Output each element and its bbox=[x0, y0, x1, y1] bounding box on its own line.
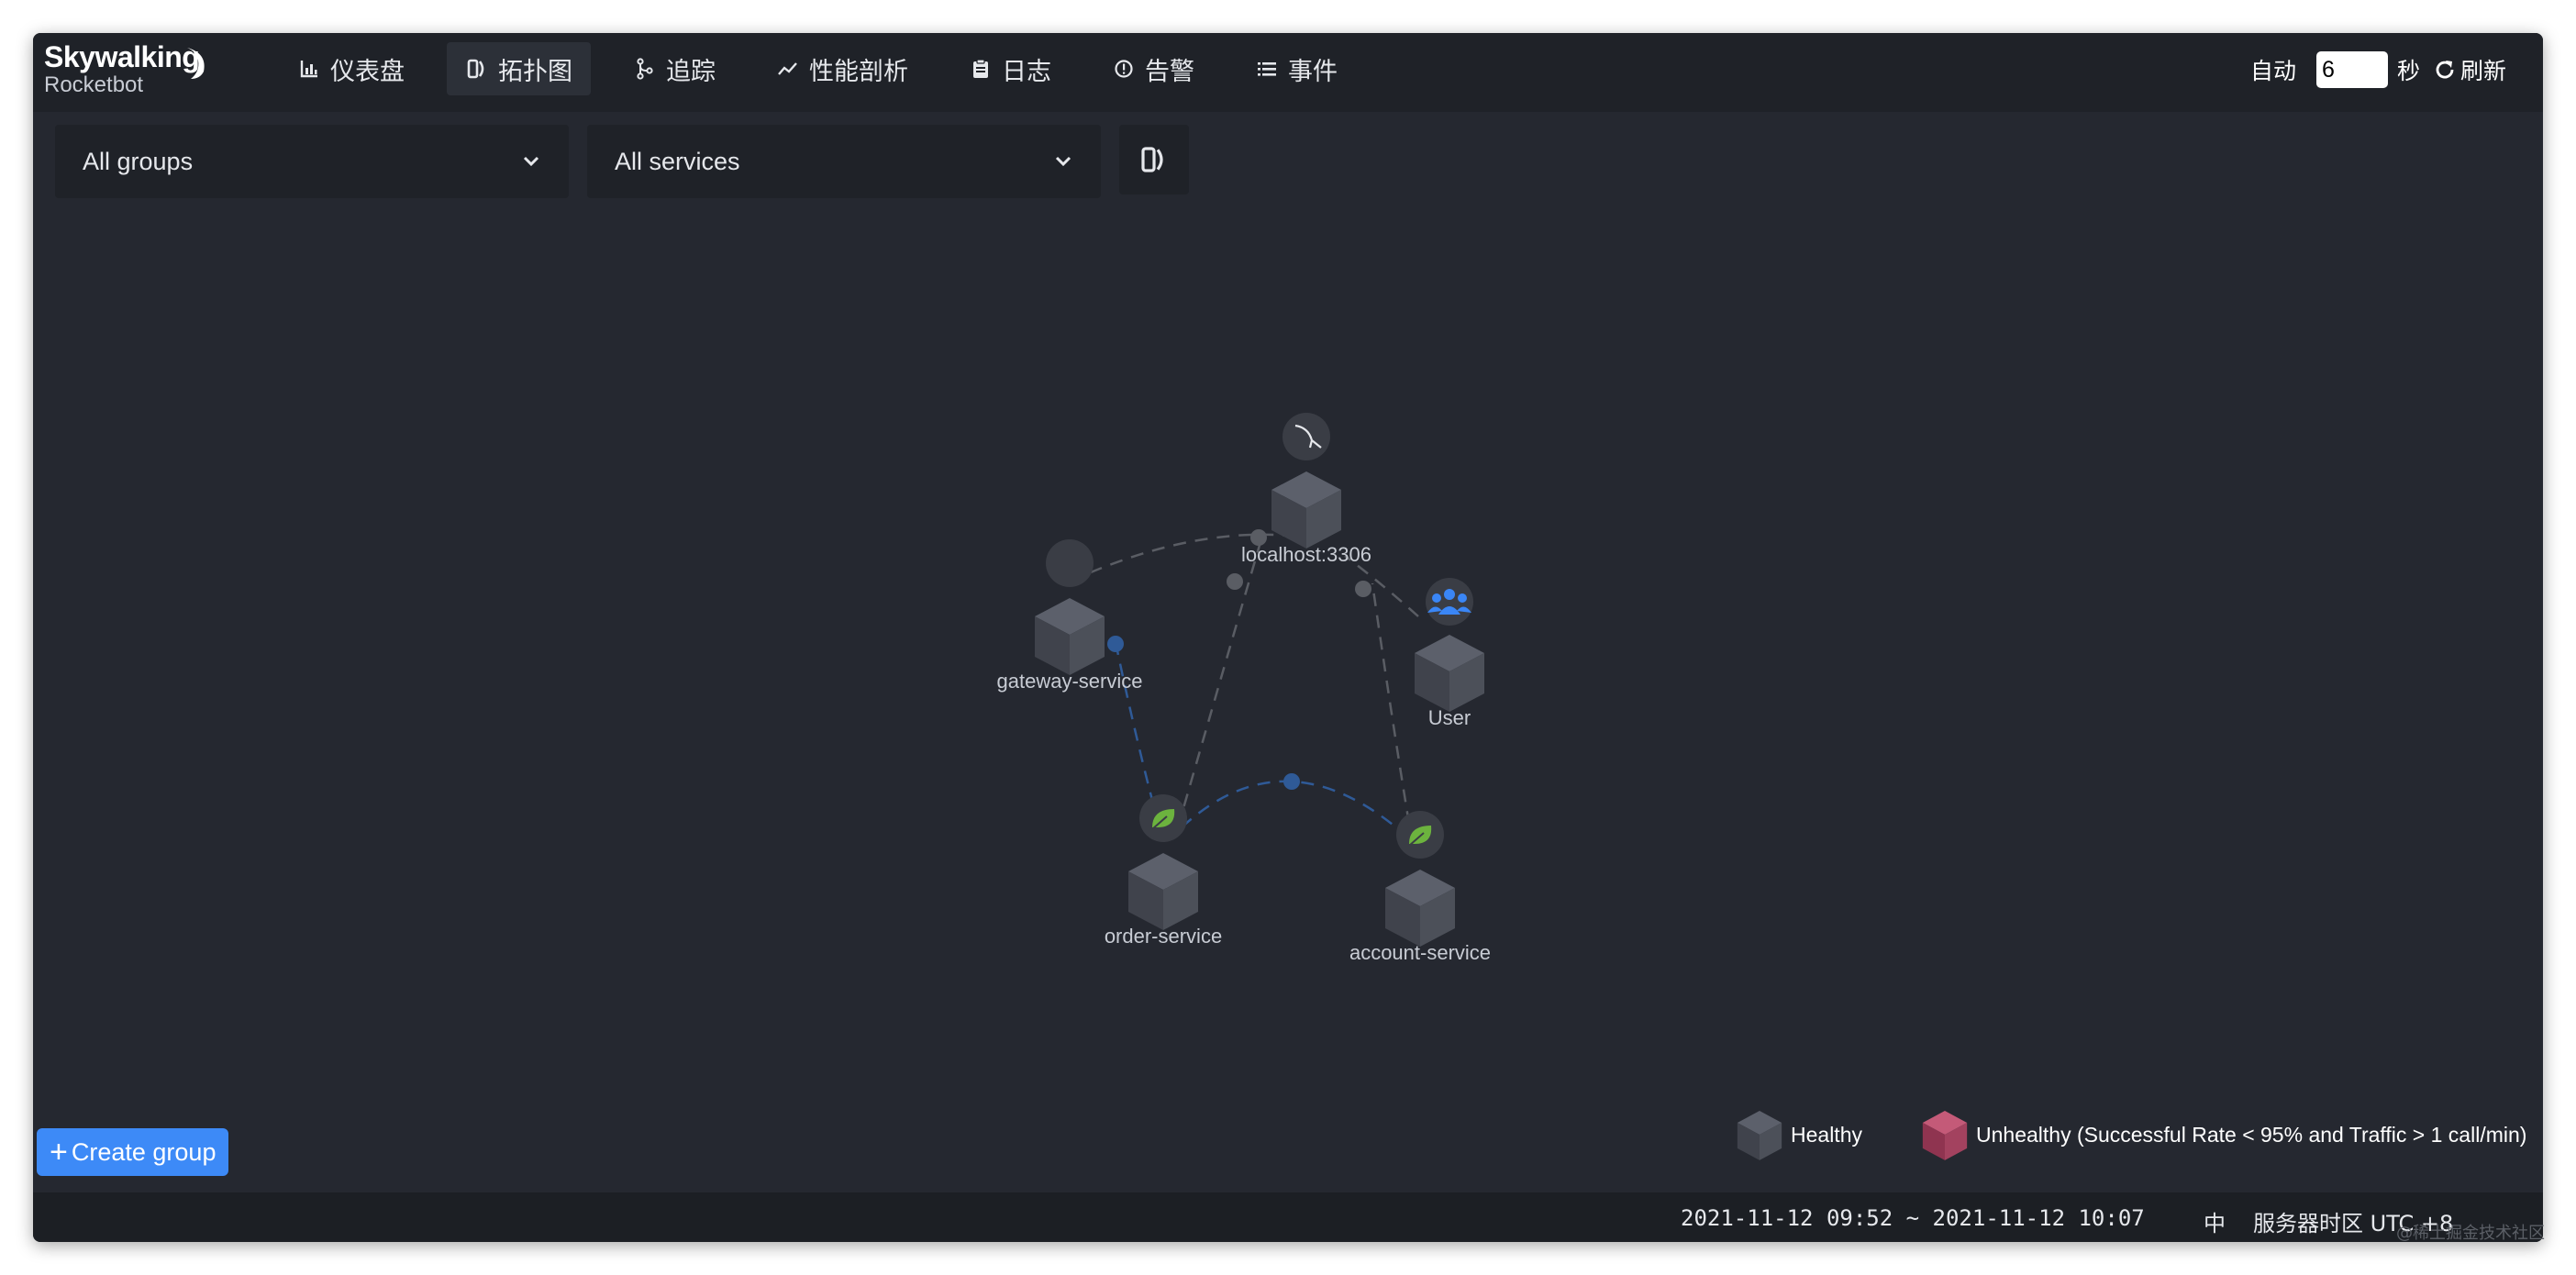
edge-dot bbox=[1283, 773, 1300, 790]
legend-unhealthy: Unhealthy (Successful Rate < 95% and Tra… bbox=[1921, 1104, 2526, 1165]
edge-account-mysql bbox=[1371, 582, 1411, 825]
watermark: @稀土掘金技术社区 bbox=[2396, 1224, 2545, 1243]
create-group-label: Create group bbox=[71, 1137, 217, 1166]
edge-order-mysql bbox=[1176, 535, 1264, 828]
legend-healthy: Healthy bbox=[1736, 1104, 1862, 1165]
edge-dot bbox=[1355, 581, 1371, 597]
edge-dot bbox=[1107, 636, 1124, 652]
topology-graph[interactable]: localhost:3306 gateway-service User orde… bbox=[33, 33, 2543, 1115]
node-label: User bbox=[1428, 706, 1471, 729]
node-label: localhost:3306 bbox=[1241, 543, 1371, 566]
healthy-cube-icon bbox=[1737, 1111, 1782, 1160]
edge-order-account bbox=[1181, 780, 1410, 839]
time-range-picker[interactable]: 2021-11-12 09:52 ~ 2021-11-12 10:07 bbox=[1681, 1205, 2145, 1231]
node-gateway-service[interactable]: gateway-service bbox=[997, 539, 1143, 693]
node-localhost-3306[interactable]: localhost:3306 bbox=[1241, 413, 1371, 566]
footer-bar: 2021-11-12 09:52 ~ 2021-11-12 10:07 中 服务… bbox=[33, 1192, 2543, 1242]
node-label: order-service bbox=[1105, 925, 1222, 948]
unknown-service-icon bbox=[1046, 539, 1094, 587]
legend-unhealthy-label: Unhealthy (Successful Rate < 95% and Tra… bbox=[1976, 1122, 2527, 1147]
node-order-service[interactable]: order-service bbox=[1105, 794, 1222, 948]
node-label: gateway-service bbox=[997, 670, 1143, 693]
unhealthy-cube-icon bbox=[1922, 1111, 1968, 1160]
create-group-button[interactable]: + Create group bbox=[37, 1128, 229, 1176]
edge-dot bbox=[1227, 573, 1243, 590]
edge-gateway-order bbox=[1114, 641, 1156, 808]
node-label: account-service bbox=[1349, 941, 1491, 964]
mysql-icon bbox=[1282, 413, 1330, 460]
user-group-icon bbox=[1426, 578, 1473, 626]
node-user[interactable]: User bbox=[1415, 578, 1484, 729]
plus-icon: + bbox=[50, 1135, 68, 1170]
app-window: Skywalking Rocketbot 仪表盘 拓扑图 追踪 性能剖析 日志 … bbox=[33, 33, 2543, 1242]
legend-healthy-label: Healthy bbox=[1791, 1122, 1862, 1147]
language-toggle[interactable]: 中 bbox=[2204, 1205, 2226, 1237]
node-account-service[interactable]: account-service bbox=[1349, 811, 1491, 964]
